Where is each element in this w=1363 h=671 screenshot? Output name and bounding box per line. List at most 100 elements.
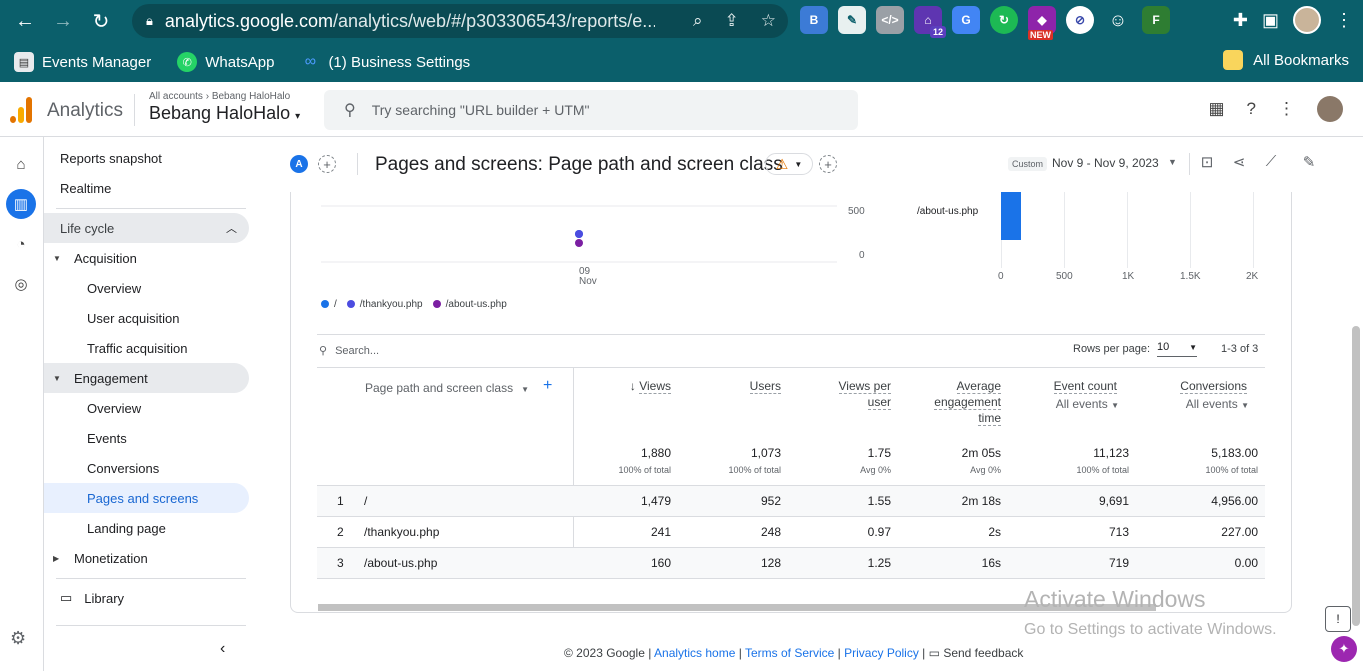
more-vert-icon[interactable]: ⋮ [1278,99,1295,119]
bookmark-whatsapp[interactable]: ✆ WhatsApp [177,52,274,72]
nav-realtime[interactable]: Realtime [44,173,249,203]
page-scrollbar[interactable] [1352,326,1360,626]
rows-per-page-select[interactable]: 10 ▼ [1157,341,1197,357]
col-header-views-per-user[interactable]: Views per user [811,378,891,410]
col-header-views[interactable]: ↓ Views [611,378,671,394]
col-header-conversions[interactable]: Conversions [1157,378,1247,394]
forward-icon[interactable]: → [44,2,82,40]
terms-link[interactable]: Terms of Service [745,646,834,660]
nav-life-cycle[interactable]: Life cycle ︿ [44,213,249,243]
extension-icon[interactable]: ↻ [990,6,1018,34]
translate-icon[interactable]: G [952,6,980,34]
nav-landing-page[interactable]: Landing page [44,513,249,543]
row-page-path: / [364,494,368,508]
home-icon[interactable]: ⌂ [6,149,36,179]
x-tick-month: Nov [579,276,597,287]
feedback-icon[interactable]: ! [1325,606,1351,632]
extension-icon[interactable]: ⊘ [1066,6,1094,34]
reports-icon[interactable]: ▥ [6,189,36,219]
legend-item[interactable]: /thankyou.php [346,299,423,310]
nav-traffic-acquisition[interactable]: Traffic acquisition [44,333,249,363]
date-dropdown-icon[interactable]: ▼ [1168,157,1177,167]
share-icon[interactable]: ⋖ [1230,153,1248,171]
table-row[interactable]: 3 /about-us.php 160 128 1.25 16s 719 0.0… [317,547,1265,578]
explore-icon[interactable]: ◔ [6,229,36,259]
insights-icon[interactable]: ⟋ [1262,153,1280,171]
help-icon[interactable]: ? [1247,99,1256,119]
send-feedback-button[interactable]: ▭ Send feedback [929,646,1024,660]
admin-gear-icon[interactable]: ⚙ [10,628,26,649]
nav-library[interactable]: ▭ Library [44,583,249,613]
apps-grid-icon[interactable]: ▦ [1208,99,1224,119]
extensions-puzzle-icon[interactable]: ✚ [1233,10,1248,31]
analytics-logo[interactable] [10,97,32,123]
extension-icon[interactable]: ⌂ 12 [914,6,946,38]
comparison-a-badge[interactable]: A [290,155,308,173]
legend-item[interactable]: /about-us.php [432,299,507,310]
search-placeholder: Try searching "URL builder + UTM" [371,102,590,118]
edit-pencil-icon[interactable]: ✎ [1300,153,1318,171]
nav-engagement[interactable]: ▼ Engagement [44,363,249,393]
nav-monetization[interactable]: ▶ Monetization [44,543,249,573]
back-icon[interactable]: ← [6,2,44,40]
row-number: 1 [337,494,344,508]
collapse-nav-icon[interactable]: ‹ [220,640,225,658]
col-header-avg-engagement-time[interactable]: Average engagement time [911,378,1001,426]
add-comparison-icon[interactable]: + [318,155,336,173]
ghost-icon[interactable]: ☺ [1104,6,1132,34]
analytics-home-link[interactable]: Analytics home [654,646,735,660]
dimension-header[interactable]: Page path and screen class ▼ [365,381,529,395]
nav-pages-and-screens[interactable]: Pages and screens [44,483,249,513]
bar-gridline [1064,192,1065,268]
event-count-filter[interactable]: All events ▼ [1027,397,1119,411]
bookmark-events-manager[interactable]: ▤ Events Manager [14,52,151,72]
profile-avatar[interactable] [1293,6,1321,34]
whatsapp-icon: ✆ [177,52,198,72]
advertising-icon[interactable]: ◎ [6,269,36,299]
extension-icon[interactable]: F [1142,6,1170,34]
nav-reports-snapshot[interactable]: Reports snapshot [44,143,249,173]
nav-user-acquisition[interactable]: User acquisition [44,303,249,333]
table-row[interactable]: 1 / 1,479 952 1.55 2m 18s 9,691 4,956.00 [317,485,1265,516]
all-bookmarks-label: All Bookmarks [1253,51,1349,69]
extension-icon[interactable]: ✎ [838,6,866,34]
nav-acquisition-overview[interactable]: Overview [44,273,249,303]
extension-icon[interactable]: ◆ NEW [1028,6,1056,40]
bookmark-business-settings[interactable]: ∞ (1) Business Settings [300,52,470,72]
assistant-icon[interactable]: ✦ [1331,636,1357,662]
scatter-point[interactable] [575,239,583,247]
nav-engagement-overview[interactable]: Overview [44,393,249,423]
account-avatar[interactable] [1317,96,1343,122]
nav-acquisition[interactable]: ▼ Acquisition [44,243,249,273]
zoom-search-icon[interactable]: ⌕ [693,11,703,31]
table-row[interactable]: 2 /thankyou.php 241 248 0.97 2s 713 227.… [317,516,1265,547]
extension-icon[interactable]: B [800,6,828,34]
add-dimension-icon[interactable]: + [543,377,552,395]
site-info-icon[interactable]: 🔒︎ [146,13,153,29]
scatter-point[interactable] [575,230,583,238]
data-quality-chip[interactable]: ⚠ ▼ [765,153,813,175]
add-filter-icon[interactable]: + [819,155,837,173]
privacy-link[interactable]: Privacy Policy [844,646,919,660]
legend-item[interactable]: / [321,299,337,310]
nav-conversions[interactable]: Conversions [44,453,249,483]
nav-events[interactable]: Events [44,423,249,453]
search-bar[interactable]: ⚲ Try searching "URL builder + UTM" [324,90,858,130]
address-bar[interactable]: 🔒︎ analytics.google.com/analytics/web/#/… [132,4,788,38]
side-panel-icon[interactable]: ▣ [1262,10,1279,31]
col-header-event-count[interactable]: Event count [1027,378,1117,394]
all-bookmarks[interactable]: All Bookmarks [1223,50,1349,70]
table-search[interactable]: ⚲ Search... [319,344,379,358]
extension-code-icon[interactable]: </> [876,6,904,34]
bar-about-us[interactable] [1001,192,1022,240]
chrome-menu-icon[interactable]: ⋮ [1335,10,1353,31]
bookmark-star-icon[interactable]: ☆ [761,11,776,31]
col-header-users[interactable]: Users [721,378,781,394]
conversions-filter[interactable]: All events ▼ [1157,397,1249,411]
date-range[interactable]: Nov 9 - Nov 9, 2023 [1052,156,1159,170]
customize-report-icon[interactable]: ⊡ [1198,153,1216,171]
reload-icon[interactable]: ↻ [82,2,120,40]
account-picker[interactable]: All accounts › Bebang HaloHalo Bebang Ha… [149,91,300,124]
bar-gridline [1127,192,1128,268]
share-icon[interactable]: ⇪ [725,11,739,31]
